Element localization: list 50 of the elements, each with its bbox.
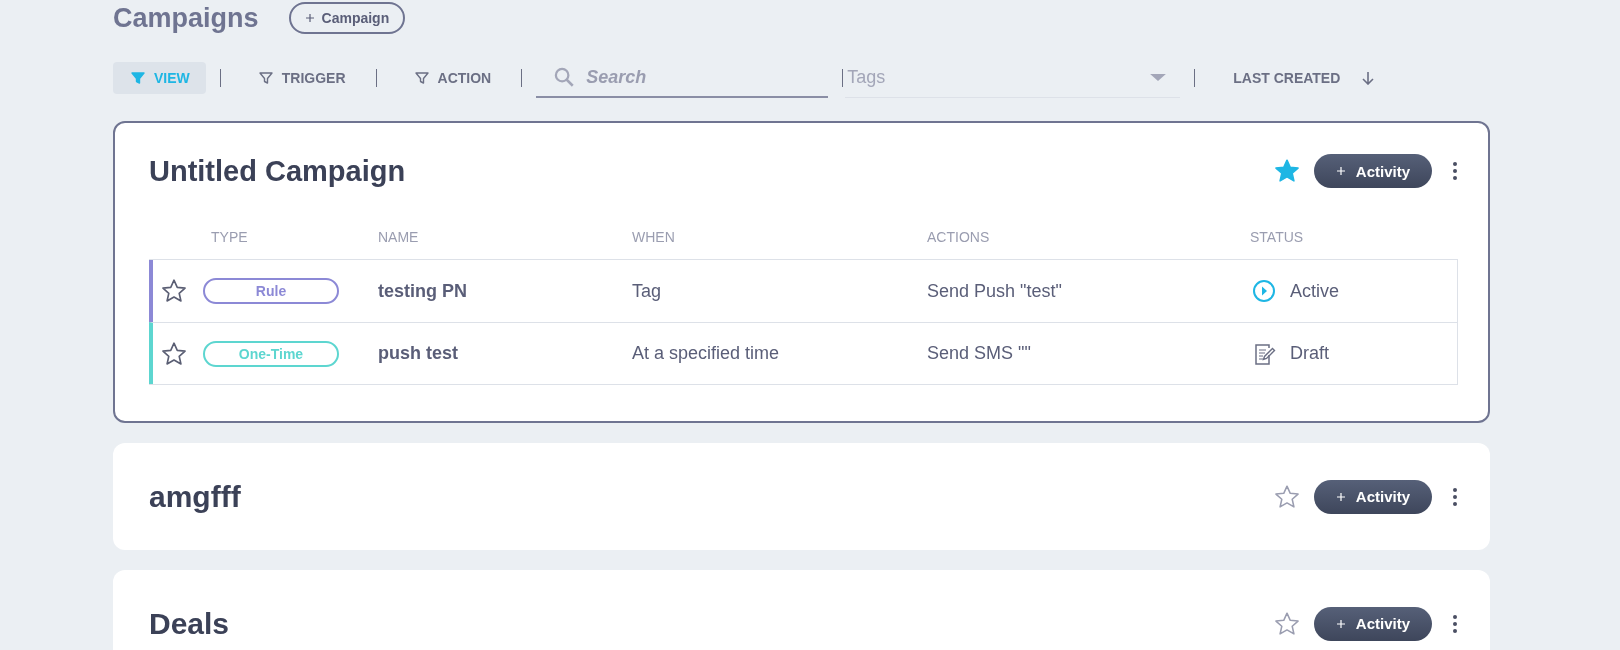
more-options-icon[interactable] — [1452, 613, 1458, 634]
play-circle-icon — [1252, 279, 1276, 303]
page-title: Campaigns — [113, 2, 259, 34]
funnel-icon — [131, 71, 145, 85]
when-cell-text: At a specified time — [631, 343, 781, 364]
tags-field[interactable]: Tags — [845, 66, 1050, 89]
type-badge: Rule — [203, 278, 339, 304]
star-icon[interactable] — [1273, 483, 1300, 510]
sort-button[interactable]: LAST CREATED — [1227, 69, 1381, 87]
more-options-icon[interactable] — [1452, 486, 1458, 507]
column-header: STATUS — [1249, 229, 1305, 245]
add-activity-button[interactable]: Activity — [1313, 154, 1432, 188]
funnel-icon — [258, 71, 273, 85]
activity-row[interactable]: One-Time push test At a specified time Send SMS "" Draft — [149, 322, 1457, 384]
activity-name: push test — [377, 343, 459, 364]
column-header: TYPE — [210, 229, 249, 245]
status-text: Draft — [1289, 343, 1329, 364]
search-field[interactable]: Search — [584, 65, 789, 89]
search-icon — [554, 67, 575, 87]
edit-document-icon — [1252, 341, 1276, 366]
actions-cell-text: Send Push "test" — [926, 280, 1063, 302]
campaign-title: Untitled Campaign — [149, 154, 407, 188]
column-header: WHEN — [631, 229, 676, 245]
add-activity-button[interactable]: Activity — [1313, 606, 1432, 641]
column-header: NAME — [377, 229, 420, 245]
column-header: ACTIONS — [926, 229, 991, 245]
star-icon[interactable] — [161, 278, 187, 304]
star-icon[interactable] — [1273, 158, 1300, 184]
when-cell-text: Tag — [631, 280, 663, 302]
caret-icon — [1150, 74, 1167, 81]
actions-cell-text: Send SMS "" — [926, 343, 1032, 364]
plus-icon — [304, 13, 315, 23]
activity-name: testing PN — [377, 280, 468, 302]
add-campaign-button[interactable]: Campaign — [288, 2, 406, 34]
filter-tab[interactable]: ACTION — [396, 62, 508, 94]
campaign-title: amgfff — [149, 479, 242, 514]
type-badge: One-Time — [203, 340, 339, 367]
add-activity-button[interactable]: Activity — [1313, 479, 1432, 514]
more-options-icon[interactable] — [1452, 161, 1458, 181]
star-icon[interactable] — [1273, 610, 1300, 637]
plus-icon — [1335, 491, 1346, 502]
funnel-icon — [414, 71, 429, 85]
plus-icon — [1335, 618, 1346, 629]
activity-row[interactable]: Rule testing PN Tag Send Push "test" Active — [149, 260, 1457, 322]
status-text: Active — [1289, 280, 1340, 302]
star-icon[interactable] — [161, 340, 187, 367]
campaign-title: Deals — [149, 606, 231, 641]
plus-icon — [1335, 166, 1346, 176]
down-arrow-icon — [1362, 71, 1375, 85]
filter-tab[interactable]: TRIGGER — [240, 62, 362, 94]
